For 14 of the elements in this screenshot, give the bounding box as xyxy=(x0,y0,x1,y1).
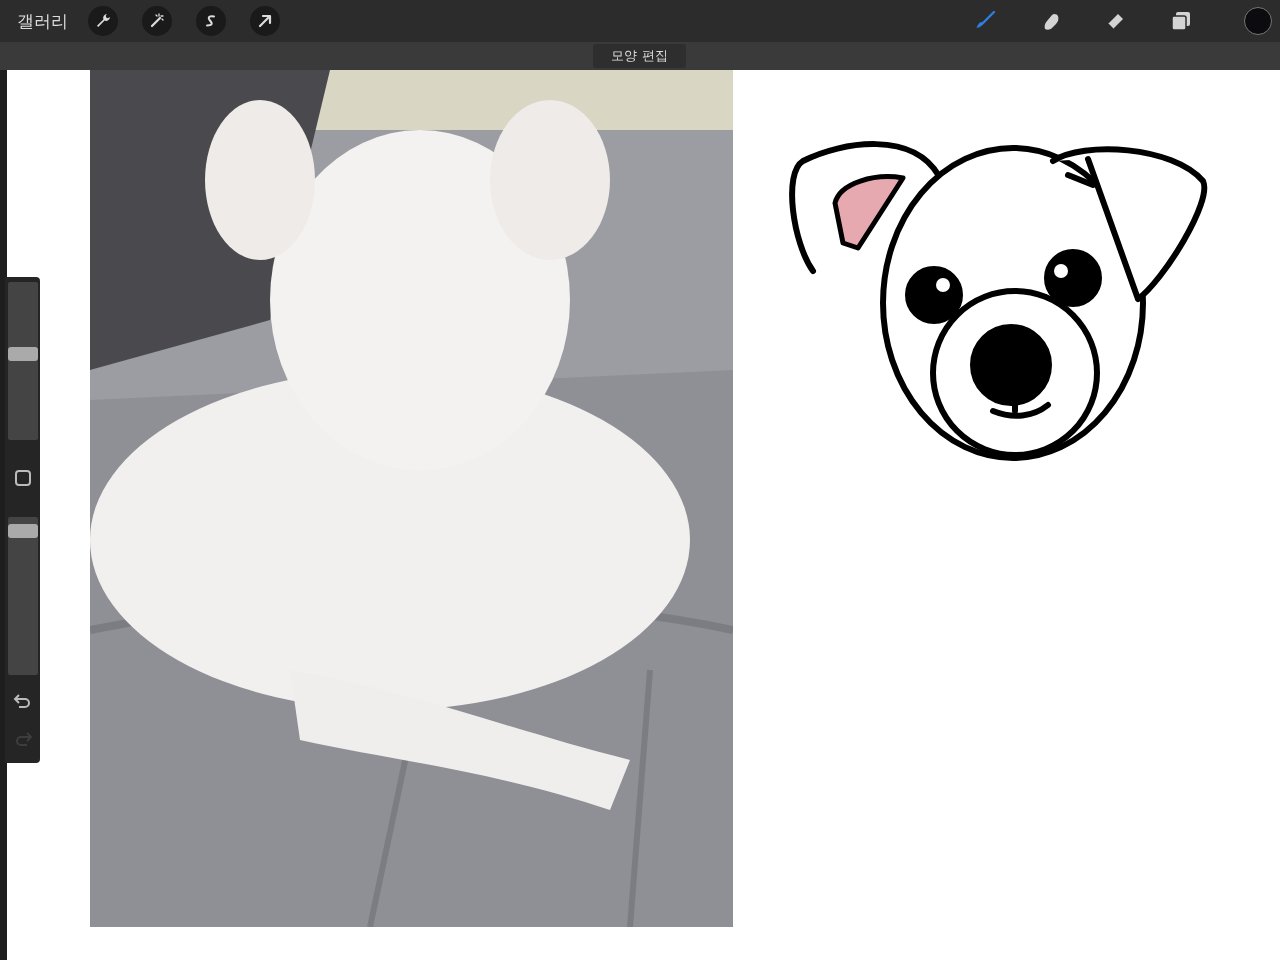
undo-button[interactable] xyxy=(12,693,33,709)
selection-button[interactable] xyxy=(196,6,226,36)
brush-size-slider[interactable] xyxy=(7,282,38,440)
mode-label: 모양 편집 xyxy=(593,44,686,68)
wrench-button[interactable] xyxy=(88,6,118,36)
opacity-slider[interactable] xyxy=(7,517,38,675)
arrow-button[interactable] xyxy=(250,6,280,36)
slider-thumb[interactable] xyxy=(7,346,38,361)
color-swatch[interactable] xyxy=(1244,7,1272,35)
magic-wand-button[interactable] xyxy=(142,6,172,36)
slider-thumb[interactable] xyxy=(7,524,38,539)
modify-button[interactable] xyxy=(14,470,31,486)
gallery-link[interactable]: 갤러리 xyxy=(17,9,68,33)
layers-tool[interactable] xyxy=(1169,9,1193,33)
